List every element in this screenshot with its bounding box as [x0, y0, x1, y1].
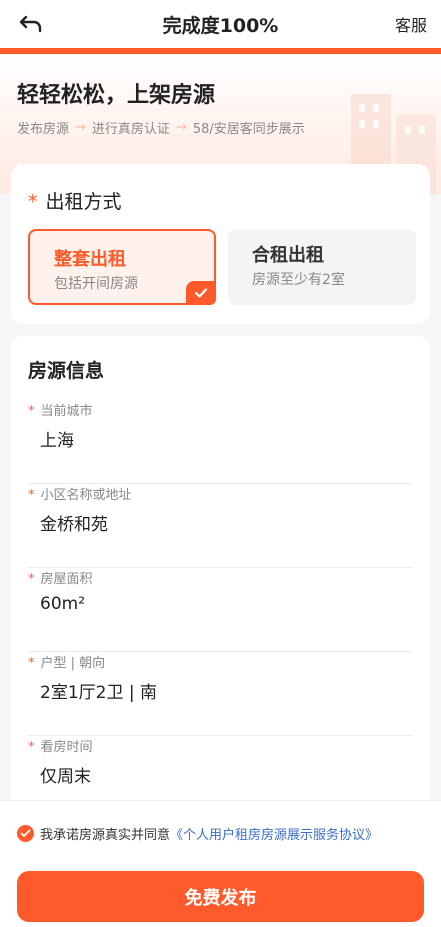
required-mark: * — [28, 572, 35, 587]
hero-title: 轻轻松松，上架房源 — [17, 83, 216, 108]
step-1: 发布房源 — [17, 122, 70, 137]
rent-mode-label: * 出租方式 — [28, 187, 122, 214]
field-label: * 户型 | 朝向 — [28, 656, 106, 671]
customer-service-button[interactable]: 客服 — [395, 12, 427, 36]
field-label: * 当前城市 — [28, 404, 93, 419]
option-whole-rent[interactable]: 整套出租 包括开间房源 — [28, 229, 216, 305]
option-shared-rent[interactable]: 合租出租 房源至少有2室 — [228, 229, 416, 305]
field-community[interactable]: * 小区名称或地址 金桥和苑 — [28, 484, 412, 568]
field-value: 2室1厅2卫 | 南 — [40, 683, 157, 703]
house-info-card: 房源信息 * 当前城市 上海 * 小区名称或地址 金桥和苑 * 房屋面积 60m² *… — [11, 336, 430, 816]
house-info-title: 房源信息 — [28, 360, 105, 382]
required-mark: * — [28, 191, 38, 213]
publish-steps: 发布房源 → 进行真房认证 → 58/安居客同步展示 — [17, 118, 305, 137]
step-2: 进行真房认证 — [91, 122, 170, 137]
required-mark: * — [28, 404, 35, 419]
rent-mode-label-text: 出租方式 — [45, 191, 122, 213]
agreement-text: 我承诺房源真实并同意 — [40, 828, 171, 843]
required-mark: * — [28, 740, 35, 755]
field-label: * 小区名称或地址 — [28, 488, 132, 503]
top-bar: 完成度100% 客服 — [0, 0, 441, 48]
publish-button[interactable]: 免费发布 — [17, 871, 424, 922]
option-subtitle: 包括开间房源 — [54, 276, 138, 292]
agreement-link[interactable]: 《个人用户租房房源展示服务协议》 — [170, 824, 378, 843]
field-label: * 看房时间 — [28, 740, 93, 755]
required-mark: * — [28, 656, 35, 671]
footer-bar: 我承诺房源真实并同意 《个人用户租房房源展示服务协议》 免费发布 — [0, 800, 441, 927]
rent-mode-card: * 出租方式 整套出租 包括开间房源 合租出租 房源至少有2室 — [11, 164, 430, 324]
field-area[interactable]: * 房屋面积 60m² — [28, 568, 412, 652]
required-mark: * — [28, 488, 35, 503]
back-button[interactable] — [16, 10, 46, 38]
selected-check-icon — [186, 281, 216, 305]
option-title: 合租出租 — [252, 245, 324, 266]
field-value: 上海 — [40, 431, 74, 451]
step-arrow-icon: → — [175, 120, 187, 135]
back-arrow-icon — [19, 15, 42, 33]
option-subtitle: 房源至少有2室 — [252, 272, 345, 288]
field-value: 仅周末 — [40, 767, 91, 787]
agreement-row: 我承诺房源真实并同意 《个人用户租房房源展示服务协议》 — [17, 824, 378, 843]
field-layout-orientation[interactable]: * 户型 | 朝向 2室1厅2卫 | 南 — [28, 652, 412, 736]
page-title: 完成度100% — [162, 14, 279, 37]
field-label: * 房屋面积 — [28, 572, 93, 587]
step-arrow-icon: → — [75, 120, 86, 135]
field-city[interactable]: * 当前城市 上海 — [28, 400, 412, 484]
agree-checkbox[interactable] — [17, 825, 34, 842]
field-value: 金桥和苑 — [40, 515, 108, 535]
option-title: 整套出租 — [54, 249, 126, 270]
step-3: 58/安居客同步展示 — [192, 122, 305, 137]
checkmark-icon — [20, 829, 31, 837]
field-value: 60m² — [40, 594, 86, 614]
